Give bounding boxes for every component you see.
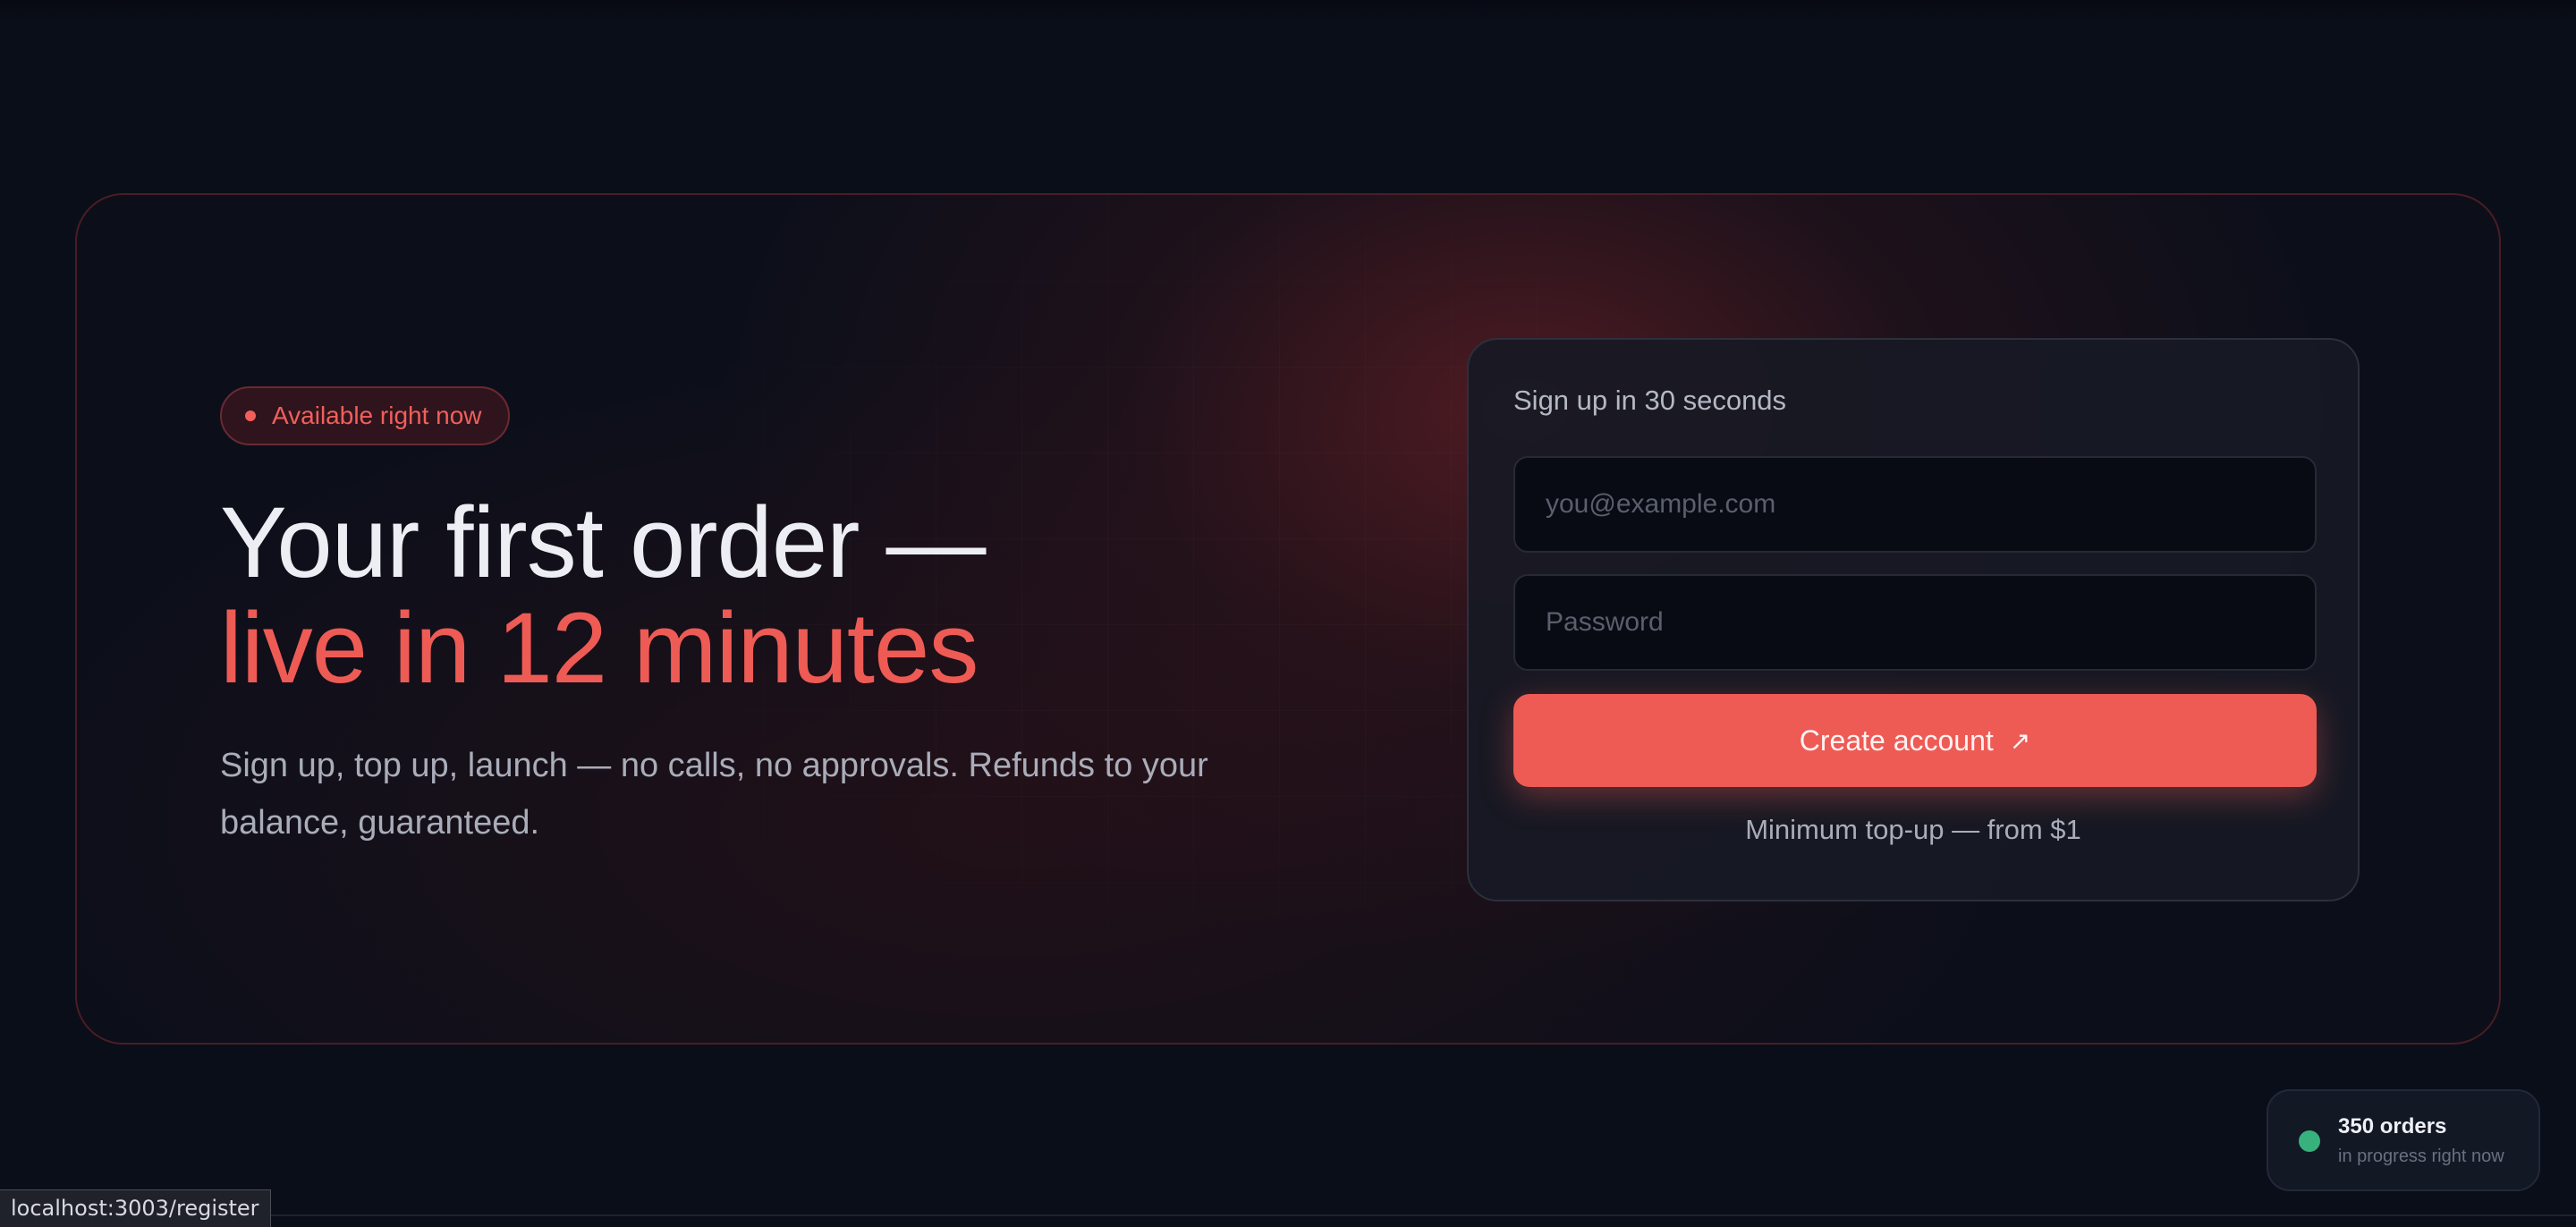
- bottom-divider: [0, 1214, 2576, 1216]
- signup-card-title: Sign up in 30 seconds: [1513, 385, 1787, 416]
- orders-widget[interactable]: 350 orders in progress right now: [2267, 1089, 2540, 1191]
- browser-status-url: localhost:3003/register: [0, 1189, 271, 1227]
- hero-subtext: Sign up, top up, launch — no calls, no a…: [220, 747, 1208, 842]
- hero-section: Available right now Your first order — l…: [75, 193, 2501, 1045]
- availability-badge-label: Available right now: [272, 402, 482, 429]
- availability-badge: Available right now: [220, 386, 510, 445]
- create-account-button[interactable]: Create account ↗: [1513, 694, 2317, 787]
- live-indicator-icon: [2299, 1130, 2320, 1152]
- create-account-button-label: Create account: [1799, 724, 1994, 757]
- arrow-up-right-icon: ↗: [2009, 726, 2031, 755]
- orders-subtitle: in progress right now: [2338, 1147, 2504, 1166]
- orders-count: 350 orders: [2338, 1114, 2447, 1138]
- hero-headline-line2: live in 12 minutes: [220, 592, 979, 704]
- email-input[interactable]: [1513, 456, 2317, 553]
- status-dot-icon: [245, 410, 256, 421]
- signup-card: Sign up in 30 seconds Create account ↗ M…: [1467, 338, 2360, 901]
- password-input[interactable]: [1513, 574, 2317, 671]
- hero-headline: Your first order — live in 12 minutes: [220, 490, 1383, 701]
- top-strip: [0, 0, 2576, 23]
- minimum-topup-note: Minimum top-up — from $1: [1745, 814, 2081, 845]
- hero-headline-line1: Your first order —: [220, 487, 987, 598]
